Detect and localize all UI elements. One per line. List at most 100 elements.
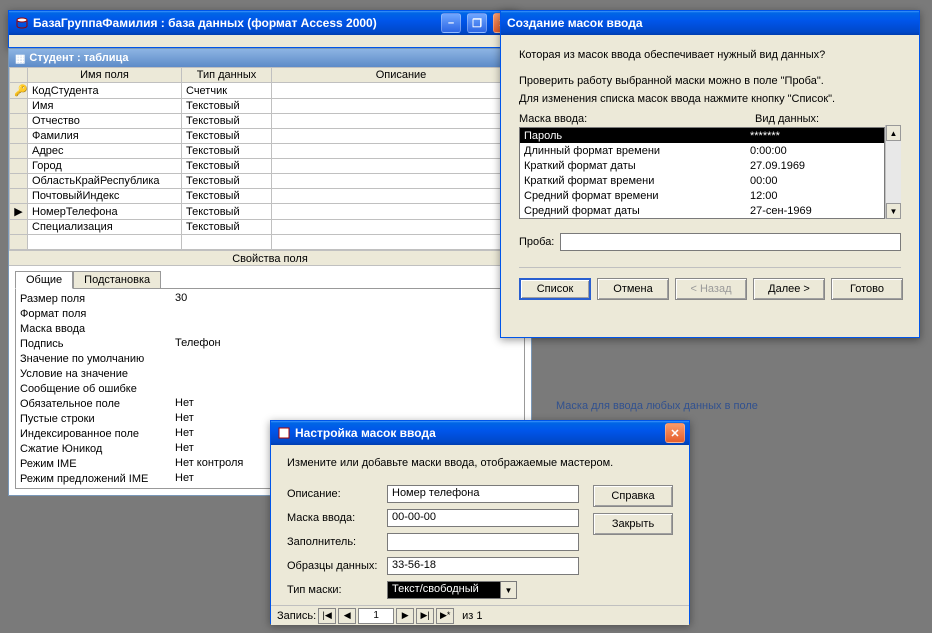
field-name-cell[interactable]: Адрес — [28, 144, 182, 159]
nav-last-button[interactable]: ▶| — [416, 608, 434, 624]
col-name[interactable]: Имя поля — [28, 68, 182, 83]
field-desc-cell[interactable] — [272, 174, 531, 189]
property-row[interactable]: Размер поля30 — [16, 291, 524, 306]
field-desc-cell[interactable] — [272, 204, 531, 220]
field-row[interactable]: 🔑КодСтудентаСчетчик — [10, 83, 531, 99]
property-row[interactable]: Значение по умолчанию — [16, 351, 524, 366]
field-desc-cell[interactable] — [272, 83, 531, 99]
field-type-cell[interactable]: Текстовый — [182, 159, 272, 174]
next-button[interactable]: Далее > — [753, 278, 825, 300]
field-row[interactable]: ИмяТекстовый — [10, 99, 531, 114]
list-button[interactable]: Список — [519, 278, 591, 300]
field-type-cell[interactable]: Текстовый — [182, 99, 272, 114]
property-row[interactable]: Обязательное полеНет — [16, 396, 524, 411]
placeholder-label: Заполнитель: — [287, 536, 387, 548]
nav-next-button[interactable]: ▶ — [396, 608, 414, 624]
property-row[interactable]: ПодписьТелефон — [16, 336, 524, 351]
field-name-cell[interactable]: КодСтудента — [28, 83, 182, 99]
property-value[interactable] — [175, 328, 502, 329]
back-button[interactable]: < Назад — [675, 278, 747, 300]
cancel-button[interactable]: Отмена — [597, 278, 669, 300]
type-combo[interactable]: Текст/свободный — [387, 581, 501, 599]
field-row[interactable]: ПочтовыйИндексТекстовый — [10, 189, 531, 204]
field-row[interactable]: АдресТекстовый — [10, 144, 531, 159]
field-desc-cell[interactable] — [272, 159, 531, 174]
property-row[interactable]: Маска ввода… — [16, 321, 524, 336]
mask-list-item[interactable]: Средний формат времени12:00 — [520, 188, 884, 203]
property-value[interactable] — [175, 373, 520, 374]
field-row[interactable]: ФамилияТекстовый — [10, 129, 531, 144]
field-row[interactable]: ГородТекстовый — [10, 159, 531, 174]
property-value[interactable]: 30 — [175, 292, 520, 305]
minimize-button[interactable]: – — [441, 13, 461, 33]
field-name-cell[interactable]: Отчество — [28, 114, 182, 129]
field-type-cell[interactable]: Текстовый — [182, 144, 272, 159]
chevron-down-icon[interactable]: ▼ — [501, 581, 517, 599]
property-value[interactable] — [175, 313, 520, 314]
field-grid[interactable]: Имя поля Тип данных Описание 🔑КодСтудент… — [9, 67, 531, 250]
property-value[interactable] — [175, 358, 520, 359]
property-value[interactable] — [175, 388, 520, 389]
field-type-cell[interactable]: Текстовый — [182, 189, 272, 204]
placeholder-input[interactable] — [387, 533, 579, 551]
mask-input[interactable]: 00-00-00 — [387, 509, 579, 527]
col-desc[interactable]: Описание — [272, 68, 531, 83]
mask-list-item[interactable]: Краткий формат времени00:00 — [520, 173, 884, 188]
mask-list-item[interactable]: Средний формат даты27-сен-1969 — [520, 203, 884, 218]
field-name-cell[interactable]: Город — [28, 159, 182, 174]
field-type-cell[interactable]: Текстовый — [182, 204, 272, 220]
property-label: Маска ввода — [20, 323, 175, 335]
desc-input[interactable]: Номер телефона — [387, 485, 579, 503]
mask-list[interactable]: Пароль*******Длинный формат времени0:00:… — [519, 127, 885, 219]
nav-current[interactable]: 1 — [358, 608, 394, 624]
field-name-cell[interactable]: Специализация — [28, 220, 182, 235]
mask-label: Маска ввода: — [287, 512, 387, 524]
row-marker: 🔑 — [10, 83, 28, 99]
field-name-cell[interactable]: Фамилия — [28, 129, 182, 144]
field-desc-cell[interactable] — [272, 144, 531, 159]
editor-close-button[interactable]: ✕ — [665, 423, 685, 443]
scroll-down-button[interactable]: ▼ — [886, 203, 901, 219]
mask-list-item[interactable]: Краткий формат даты27.09.1969 — [520, 158, 884, 173]
property-value[interactable]: Нет — [175, 397, 520, 410]
mask-list-scrollbar[interactable]: ▲ ▼ — [885, 125, 901, 219]
field-name-cell[interactable]: НомерТелефона — [28, 204, 182, 220]
property-row[interactable]: Формат поля — [16, 306, 524, 321]
field-desc-cell[interactable] — [272, 114, 531, 129]
field-name-cell[interactable]: ОбластьКрайРеспублика — [28, 174, 182, 189]
field-type-cell[interactable]: Счетчик — [182, 83, 272, 99]
field-type-cell[interactable]: Текстовый — [182, 129, 272, 144]
tab-lookup[interactable]: Подстановка — [73, 271, 161, 289]
finish-button[interactable]: Готово — [831, 278, 903, 300]
field-desc-cell[interactable] — [272, 129, 531, 144]
field-desc-cell[interactable] — [272, 189, 531, 204]
mask-list-item[interactable]: Длинный формат времени0:00:00 — [520, 143, 884, 158]
field-row[interactable]: ОтчествоТекстовый — [10, 114, 531, 129]
property-row[interactable]: Сообщение об ошибке — [16, 381, 524, 396]
editor-close-btn[interactable]: Закрыть — [593, 513, 673, 535]
help-button[interactable]: Справка — [593, 485, 673, 507]
restore-button[interactable]: ❐ — [467, 13, 487, 33]
field-name-cell[interactable]: Имя — [28, 99, 182, 114]
field-type-cell[interactable]: Текстовый — [182, 174, 272, 189]
nav-new-button[interactable]: ▶* — [436, 608, 454, 624]
field-desc-cell[interactable] — [272, 220, 531, 235]
property-row[interactable]: Условие на значение — [16, 366, 524, 381]
sample-input[interactable]: 33-56-18 — [387, 557, 579, 575]
field-name-cell[interactable]: ПочтовыйИндекс — [28, 189, 182, 204]
nav-first-button[interactable]: |◀ — [318, 608, 336, 624]
property-value[interactable]: Телефон — [175, 337, 520, 350]
field-row[interactable]: ОбластьКрайРеспубликаТекстовый — [10, 174, 531, 189]
field-row[interactable]: ▶НомерТелефонаТекстовый — [10, 204, 531, 220]
scroll-up-button[interactable]: ▲ — [886, 125, 901, 141]
mask-list-item[interactable]: Пароль******* — [520, 128, 884, 143]
field-type-cell[interactable]: Текстовый — [182, 114, 272, 129]
field-desc-cell[interactable] — [272, 99, 531, 114]
col-type[interactable]: Тип данных — [182, 68, 272, 83]
tab-general[interactable]: Общие — [15, 271, 73, 289]
property-hint: Маска для ввода любых данных в поле — [556, 400, 758, 412]
try-input[interactable] — [560, 233, 901, 251]
nav-prev-button[interactable]: ◀ — [338, 608, 356, 624]
field-type-cell[interactable]: Текстовый — [182, 220, 272, 235]
field-row[interactable]: СпециализацияТекстовый — [10, 220, 531, 235]
